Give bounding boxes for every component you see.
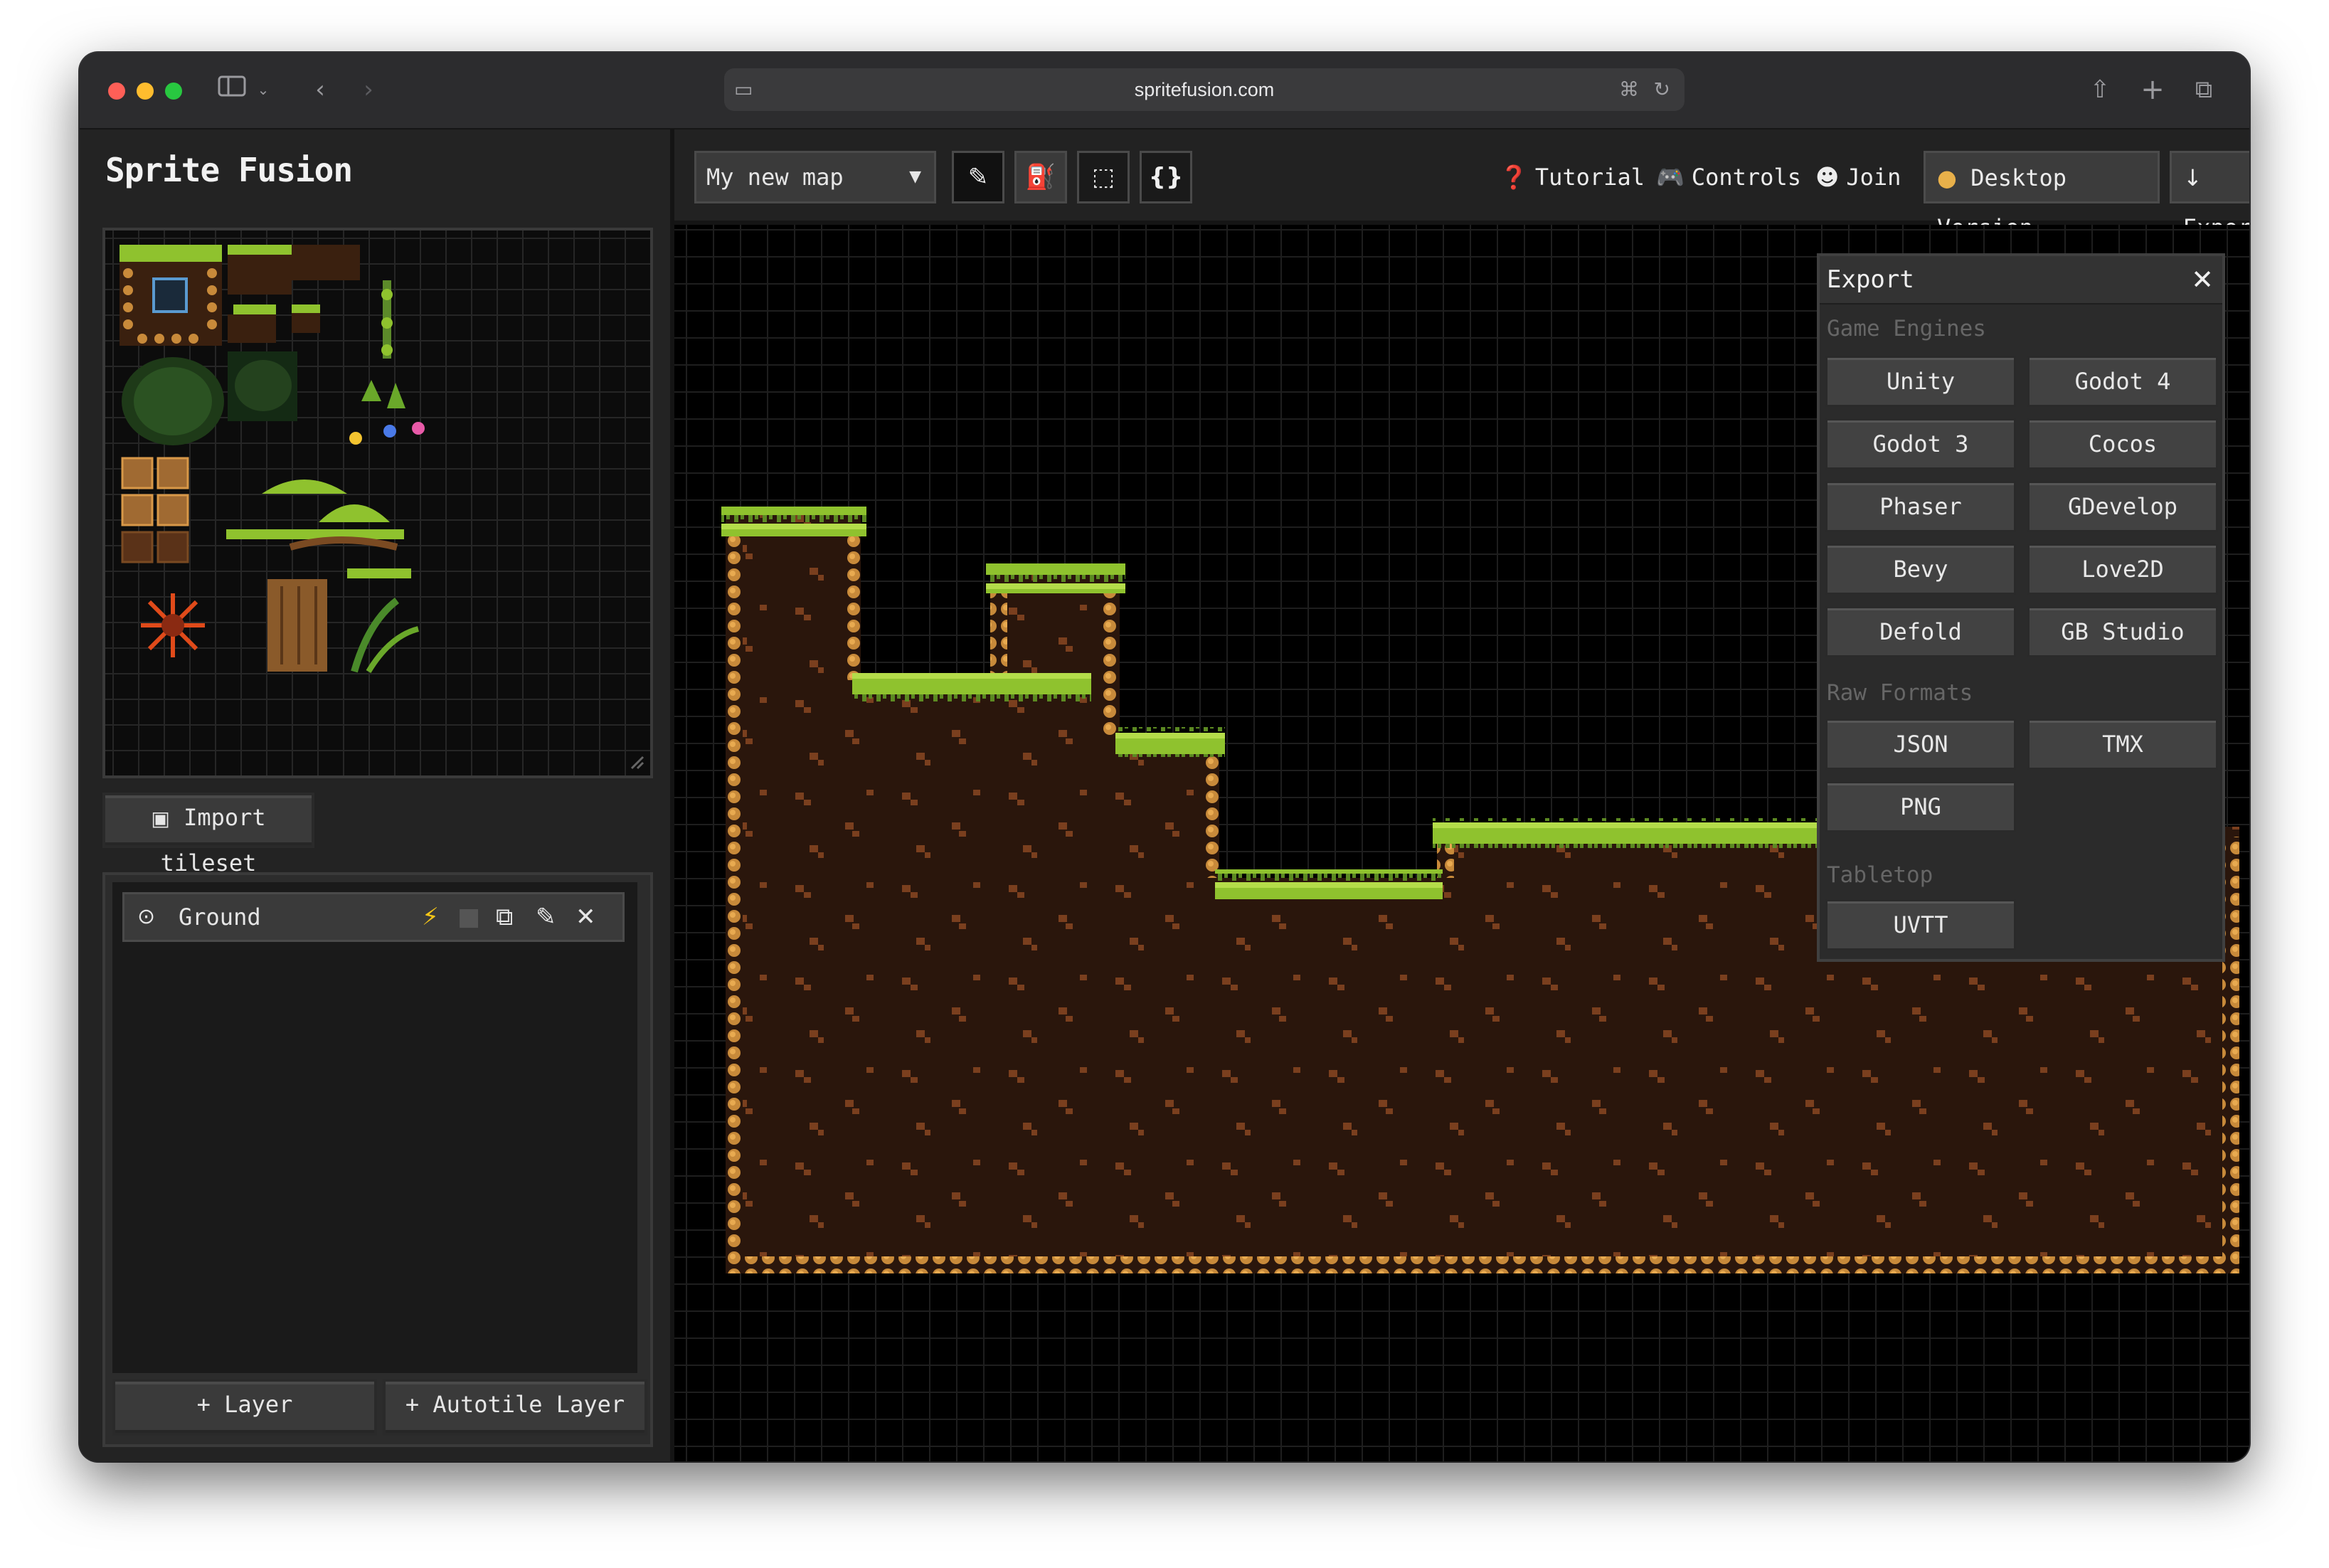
tutorial-label: Tutorial bbox=[1534, 164, 1645, 191]
import-tileset-button[interactable]: ▣ Import tileset bbox=[102, 793, 314, 876]
tile-selection-indicator bbox=[152, 277, 188, 313]
map-name: My new map bbox=[706, 164, 844, 191]
export-unity-button[interactable]: Unity bbox=[1825, 356, 2016, 407]
sidebar-toggle-icon[interactable] bbox=[216, 74, 248, 105]
discord-icon: ☻ bbox=[1815, 164, 1840, 191]
export-panel: Export ✕ Game Engines Unity Godot 4 Godo… bbox=[1817, 253, 2225, 962]
import-tileset-label: Import tileset bbox=[160, 804, 266, 876]
export-phaser-button[interactable]: Phaser bbox=[1825, 481, 2016, 532]
visibility-icon[interactable]: ⊙ bbox=[137, 894, 155, 940]
translate-icon[interactable]: ⌘ bbox=[1619, 74, 1639, 105]
fill-tool-button[interactable]: ⛽ bbox=[1014, 151, 1067, 203]
minimize-window-button[interactable] bbox=[137, 83, 154, 100]
code-tool-button[interactable]: {} bbox=[1140, 151, 1192, 203]
export-bevy-button[interactable]: Bevy bbox=[1825, 544, 2016, 595]
tileset-image[interactable] bbox=[105, 231, 650, 775]
map-select-dropdown[interactable]: My new map ▼ bbox=[694, 151, 936, 203]
layers-list: ⊙ Ground ⚡ ■ ⧉ ✎ ✕ bbox=[112, 882, 637, 1373]
download-arrow-icon: ↓ bbox=[2183, 164, 2202, 191]
add-autotile-layer-button[interactable]: + Autotile Layer bbox=[383, 1379, 647, 1436]
section-game-engines: Game Engines bbox=[1827, 316, 1986, 341]
url-text: spritefusion.com bbox=[1134, 79, 1275, 100]
join-link[interactable]: ☻ Join bbox=[1815, 151, 1901, 203]
export-godot3-button[interactable]: Godot 3 bbox=[1825, 418, 2016, 470]
browser-window: ⌄ ‹ › ▭ spritefusion.com ⌘ ↻ ⇧ + ⧉ Sprit… bbox=[80, 53, 2249, 1461]
select-tool-button[interactable]: ⬚ bbox=[1077, 151, 1130, 203]
pencil-icon: ✎ bbox=[967, 163, 989, 191]
chevron-down-icon: ▼ bbox=[909, 168, 921, 186]
pencil-tool-button[interactable]: ✎ bbox=[952, 151, 1004, 203]
export-panel-header: Export ✕ bbox=[1820, 256, 2222, 304]
layers-panel: ⊙ Ground ⚡ ■ ⧉ ✎ ✕ + Layer + Autotile La… bbox=[102, 872, 653, 1447]
export-button[interactable]: ↓ Export bbox=[2170, 151, 2249, 241]
export-gbstudio-button[interactable]: GB Studio bbox=[2027, 606, 2218, 657]
export-tmx-button[interactable]: TMX bbox=[2027, 719, 2218, 770]
forward-icon[interactable]: › bbox=[354, 74, 383, 105]
paint-bucket-icon: ⛽ bbox=[1025, 163, 1056, 191]
editor-toolbar: My new map ▼ ✎ ⛽ ⬚ {} ❓ Tutorial 🎮 Control… bbox=[674, 129, 2249, 241]
egg-icon: ● bbox=[1937, 164, 1957, 191]
tileset-panel[interactable] bbox=[102, 228, 653, 778]
export-panel-title: Export bbox=[1827, 265, 1914, 294]
chevron-down-icon[interactable]: ⌄ bbox=[255, 74, 272, 105]
braces-icon: {} bbox=[1148, 163, 1184, 191]
back-icon[interactable]: ‹ bbox=[306, 74, 334, 105]
new-tab-icon[interactable]: + bbox=[2138, 74, 2167, 105]
reload-icon[interactable]: ↻ bbox=[1654, 74, 1670, 105]
lock-box-icon[interactable]: ■ bbox=[457, 894, 480, 940]
export-cocos-button[interactable]: Cocos bbox=[2027, 418, 2218, 470]
close-icon[interactable]: ✕ bbox=[2191, 256, 2214, 303]
export-json-button[interactable]: JSON bbox=[1825, 719, 2016, 770]
layer-row-ground[interactable]: ⊙ Ground ⚡ ■ ⧉ ✎ ✕ bbox=[122, 892, 625, 942]
help-icon: ❓ bbox=[1500, 164, 1528, 191]
layer-name: Ground bbox=[179, 904, 261, 931]
export-defold-button[interactable]: Defold bbox=[1825, 606, 2016, 657]
desktop-version-button[interactable]: ● Desktop Version bbox=[1924, 151, 2160, 241]
controls-label: Controls bbox=[1691, 164, 1801, 191]
export-gdevelop-button[interactable]: GDevelop bbox=[2027, 481, 2218, 532]
section-raw-formats: Raw Formats bbox=[1827, 680, 1973, 706]
export-godot4-button[interactable]: Godot 4 bbox=[2027, 356, 2218, 407]
close-window-button[interactable] bbox=[108, 83, 125, 100]
marquee-select-icon: ⬚ bbox=[1091, 163, 1115, 191]
browser-titlebar: ⌄ ‹ › ▭ spritefusion.com ⌘ ↻ ⇧ + ⧉ bbox=[80, 53, 2249, 129]
export-love2d-button[interactable]: Love2D bbox=[2027, 544, 2218, 595]
app-logo: Sprite Fusion bbox=[105, 151, 353, 189]
section-tabletop: Tabletop bbox=[1827, 862, 1933, 888]
export-png-button[interactable]: PNG bbox=[1825, 781, 2016, 832]
left-sidebar: Sprite Fusion ▣ Import tileset ⊙ Ground … bbox=[80, 129, 674, 1461]
add-layer-button[interactable]: + Layer bbox=[112, 1379, 377, 1436]
controls-link[interactable]: 🎮 Controls bbox=[1656, 151, 1801, 203]
tutorial-link[interactable]: ❓ Tutorial bbox=[1500, 151, 1645, 203]
zoom-window-button[interactable] bbox=[165, 83, 182, 100]
duplicate-icon[interactable]: ⧉ bbox=[496, 894, 513, 940]
join-label: Join bbox=[1846, 164, 1901, 191]
gamepad-icon: 🎮 bbox=[1656, 164, 1685, 191]
rename-pencil-icon[interactable]: ✎ bbox=[536, 894, 556, 940]
share-icon[interactable]: ⇧ bbox=[2086, 74, 2114, 105]
tabs-overview-icon[interactable]: ⧉ bbox=[2190, 74, 2218, 105]
lightning-icon[interactable]: ⚡ bbox=[422, 894, 439, 940]
address-bar[interactable]: ▭ spritefusion.com ⌘ ↻ bbox=[724, 68, 1685, 111]
delete-layer-icon[interactable]: ✕ bbox=[575, 894, 596, 940]
export-uvtt-button[interactable]: UVTT bbox=[1825, 899, 2016, 950]
image-icon: ▣ bbox=[151, 807, 170, 830]
